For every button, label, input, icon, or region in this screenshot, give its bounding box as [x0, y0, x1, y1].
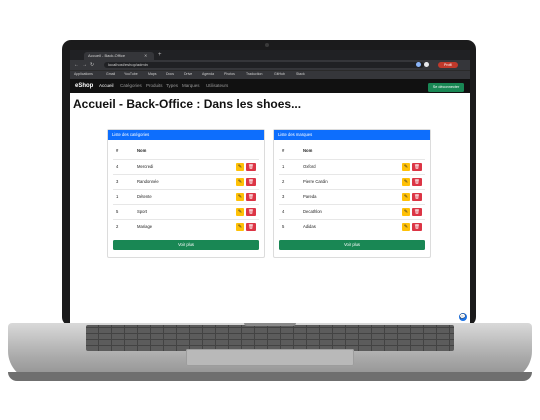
table-row: 2 Pierre Cardin ✎ 🗑 — [279, 174, 425, 189]
address-bar[interactable]: localhost/eshop/admin — [104, 62, 424, 68]
column-header-name: Nom — [137, 148, 147, 153]
table-header-row: # Nom — [113, 144, 259, 158]
trash-icon[interactable]: 🗑 — [246, 223, 256, 231]
pencil-icon[interactable]: ✎ — [236, 163, 244, 171]
brands-card: Liste des marques # Nom 1 Oxford ✎ 🗑 2 P… — [273, 129, 431, 258]
laptop-base-edge — [8, 372, 532, 381]
chat-icon[interactable]: 💬 — [459, 313, 467, 321]
nav-link-marques[interactable]: Marques — [182, 79, 200, 93]
row-name: Mariage — [137, 224, 153, 229]
card-header: Liste des catégories — [108, 130, 264, 140]
pencil-icon[interactable]: ✎ — [236, 223, 244, 231]
bookmark-item[interactable]: YouTube — [124, 70, 138, 78]
nav-link-produits[interactable]: Produits — [146, 79, 163, 93]
pencil-icon[interactable]: ✎ — [236, 193, 244, 201]
row-name: Sport — [137, 209, 148, 214]
nav-link-accueil[interactable]: Accueil — [99, 79, 114, 93]
row-id: 2 — [282, 179, 285, 184]
bookmark-item[interactable]: GitHub — [274, 70, 285, 78]
pencil-icon[interactable]: ✎ — [402, 163, 410, 171]
row-id: 4 — [116, 164, 119, 169]
row-id: 3 — [116, 179, 119, 184]
new-tab-button[interactable]: + — [158, 51, 162, 60]
row-name: Decathlon — [303, 209, 322, 214]
pencil-icon[interactable]: ✎ — [402, 178, 410, 186]
table-row: 1 Détente ✎ 🗑 — [113, 189, 259, 204]
see-more-categories-button[interactable]: Voir plus — [113, 240, 259, 250]
pencil-icon[interactable]: ✎ — [402, 208, 410, 216]
row-name: Oxford — [303, 164, 316, 169]
column-header-id: # — [116, 148, 119, 153]
row-id: 1 — [116, 194, 119, 199]
trash-icon[interactable]: 🗑 — [412, 208, 422, 216]
card-header: Liste des marques — [274, 130, 430, 140]
trash-icon[interactable]: 🗑 — [412, 163, 422, 171]
site-brand[interactable]: eShop — [75, 79, 93, 93]
back-icon[interactable]: ← — [74, 60, 79, 70]
table-row: 2 Mariage ✎ 🗑 — [113, 219, 259, 234]
bookmark-item[interactable]: Drive — [184, 70, 192, 78]
trash-icon[interactable]: 🗑 — [246, 163, 256, 171]
table-row: 1 Oxford ✎ 🗑 — [279, 159, 425, 174]
nav-link-types[interactable]: Types — [166, 79, 178, 93]
row-id: 4 — [282, 209, 285, 214]
column-header-name: Nom — [303, 148, 313, 153]
bookmark-item[interactable]: Gmail — [106, 70, 115, 78]
extension-icon[interactable] — [416, 62, 421, 67]
row-id: 1 — [282, 164, 285, 169]
bookmark-item[interactable]: Stack — [296, 70, 305, 78]
trash-icon[interactable]: 🗑 — [412, 178, 422, 186]
trash-icon[interactable]: 🗑 — [246, 193, 256, 201]
nav-link-utilisateurs[interactable]: Utilisateurs — [206, 79, 228, 93]
trackpad — [186, 349, 354, 366]
table-header-row: # Nom — [279, 144, 425, 158]
see-more-brands-button[interactable]: Voir plus — [279, 240, 425, 250]
profile-button[interactable]: Profil — [438, 62, 458, 68]
table-row: 4 Decathlon ✎ 🗑 — [279, 204, 425, 219]
trash-icon[interactable]: 🗑 — [412, 193, 422, 201]
pencil-icon[interactable]: ✎ — [402, 223, 410, 231]
row-name: Adidas — [303, 224, 316, 229]
forward-icon[interactable]: → — [82, 60, 87, 70]
row-name: Détente — [137, 194, 152, 199]
pencil-icon[interactable]: ✎ — [402, 193, 410, 201]
table-row: 4 Mercredi ✎ 🗑 — [113, 159, 259, 174]
table-row: 5 Adidas ✎ 🗑 — [279, 219, 425, 234]
row-id: 3 — [282, 194, 285, 199]
webcam — [265, 43, 269, 47]
extension-icon[interactable] — [424, 62, 429, 67]
laptop-screen: Accueil - Back-Office ✕ + ← → ↻ localhos… — [70, 50, 470, 323]
row-name: Pareda — [303, 194, 317, 199]
close-icon[interactable]: ✕ — [144, 52, 147, 60]
row-name: Pierre Cardin — [303, 179, 328, 184]
row-id: 5 — [116, 209, 119, 214]
bookmark-item[interactable]: Docs — [166, 70, 174, 78]
table-row: 3 Pareda ✎ 🗑 — [279, 189, 425, 204]
row-name: Randonnée — [137, 179, 159, 184]
nav-link-categories[interactable]: Catégories — [120, 79, 142, 93]
trash-icon[interactable]: 🗑 — [246, 208, 256, 216]
reload-icon[interactable]: ↻ — [90, 60, 94, 70]
pencil-icon[interactable]: ✎ — [236, 178, 244, 186]
trash-icon[interactable]: 🗑 — [412, 223, 422, 231]
bookmark-item[interactable]: Maps — [148, 70, 157, 78]
row-id: 2 — [116, 224, 119, 229]
table-row: 3 Randonnée ✎ 🗑 — [113, 174, 259, 189]
trash-icon[interactable]: 🗑 — [246, 178, 256, 186]
bookmark-item[interactable]: Photos — [224, 70, 235, 78]
pencil-icon[interactable]: ✎ — [236, 208, 244, 216]
bookmark-item[interactable]: Applications — [74, 70, 93, 78]
row-id: 5 — [282, 224, 285, 229]
bookmark-item[interactable]: Traduction — [246, 70, 262, 78]
hinge-notch — [244, 323, 296, 326]
row-name: Mercredi — [137, 164, 154, 169]
table-row: 5 Sport ✎ 🗑 — [113, 204, 259, 219]
logout-button[interactable]: Se déconnecter — [428, 83, 464, 92]
page-title: Accueil - Back-Office : Dans les shoes..… — [73, 97, 302, 111]
keyboard — [86, 325, 454, 351]
column-header-id: # — [282, 148, 285, 153]
categories-card: Liste des catégories # Nom 4 Mercredi ✎ … — [107, 129, 265, 258]
bookmark-item[interactable]: Agenda — [202, 70, 214, 78]
